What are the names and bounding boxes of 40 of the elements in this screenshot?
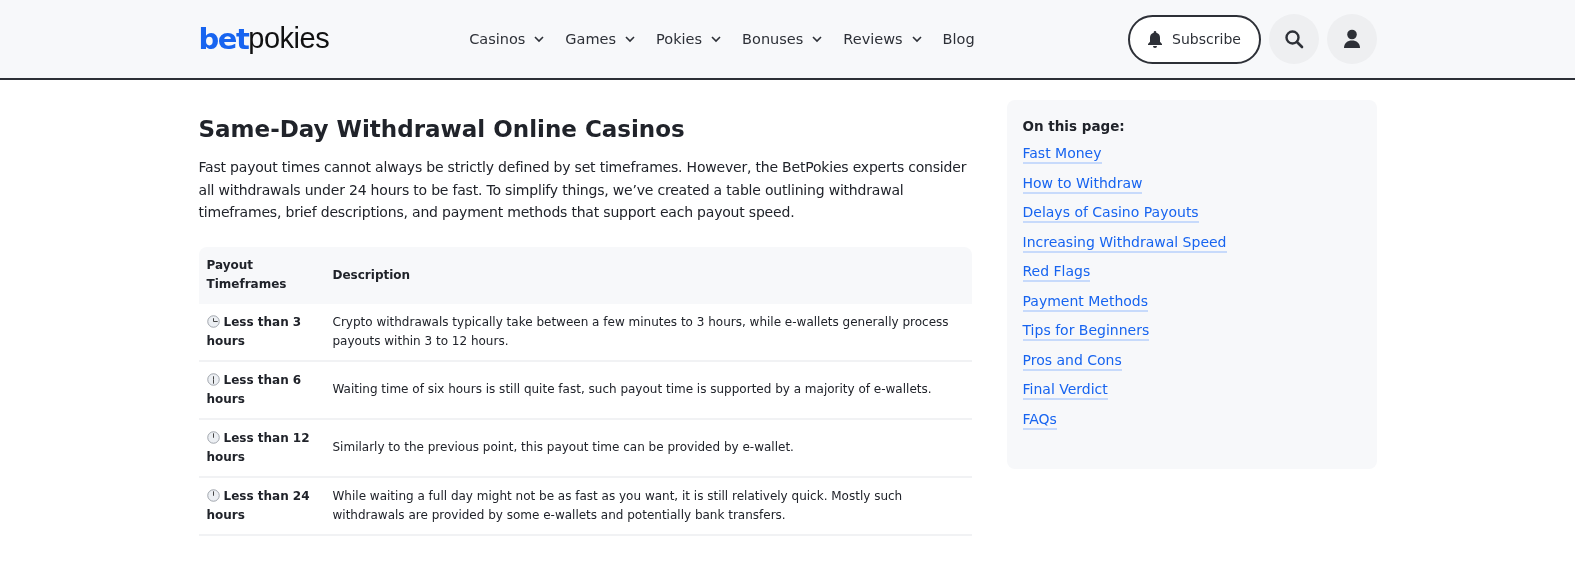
- clock-icon: [206, 430, 220, 444]
- clock-icon: [206, 314, 220, 328]
- nav-link[interactable]: Pokies: [656, 31, 723, 47]
- column-header: Payout Timeframes: [198, 246, 325, 304]
- user-icon: [1342, 29, 1361, 49]
- timeframe-text: Less than 3 hours: [206, 314, 302, 348]
- toc-link[interactable]: FAQs: [1022, 409, 1057, 430]
- toc-title: On this page:: [1022, 118, 1126, 134]
- subscribe-button[interactable]: Subscribe: [1127, 14, 1261, 64]
- account-button[interactable]: [1326, 14, 1377, 64]
- timeframe-text: Less than 12 hours: [206, 430, 310, 464]
- timeframe-text: Less than 6 hours: [206, 372, 302, 406]
- timeframe-text: Less than 24 hours: [206, 488, 310, 522]
- table-cell: Similarly to the previous point, this payout time can be provided by e-wallet.: [324, 418, 972, 477]
- nav-link[interactable]: Reviews: [843, 31, 923, 47]
- search-icon: [1283, 29, 1304, 49]
- toc-link[interactable]: Increasing Withdrawal Speed: [1022, 232, 1227, 253]
- column-header: Description: [324, 246, 972, 304]
- toc-link[interactable]: Fast Money: [1022, 144, 1102, 164]
- intro-paragraph: Fast payout times cannot always be strictly defined by set timeframes. However, the BetPokies experts consider all withdrawals under 24 hours to be fast. To simplify things, we’ve created a table outlining withdrawal timeframes, brief descriptions, and payment methods that support each payout speed.: [198, 158, 968, 222]
- toc-link[interactable]: Final Verdict: [1022, 380, 1108, 400]
- site-logo[interactable]: betpokies: [198, 22, 330, 56]
- table-cell: Crypto withdrawals typically take between a few minutes to 3 hours, while e-wallets generally process payouts within 3 to 12 hours.: [324, 303, 972, 361]
- nav-link[interactable]: Blog: [942, 31, 975, 47]
- clock-icon: [206, 372, 220, 386]
- toc-link[interactable]: Red Flags: [1022, 262, 1091, 282]
- toc-link[interactable]: Payment Methods: [1022, 291, 1149, 312]
- toc-link[interactable]: Tips for Beginners: [1022, 321, 1150, 341]
- nav-link[interactable]: Casinos: [469, 31, 546, 47]
- toc-link[interactable]: How to Withdraw: [1022, 173, 1143, 194]
- table-cell: Waiting time of six hours is still quite fast, such payout time is supported by a majority of e-wallets.: [324, 360, 972, 419]
- nav-link[interactable]: Bonuses: [742, 31, 824, 47]
- table-cell: While waiting a full day might not be as fast as you want, it is still relatively quick. Mostly such withdrawals are provided by some e-wallets and potentially bank transfers.: [324, 476, 972, 535]
- toc-link[interactable]: Pros and Cons: [1022, 350, 1122, 371]
- article-title: Same-Day Withdrawal Online Casinos: [198, 116, 686, 142]
- bell-icon: [1147, 30, 1164, 48]
- nav-link[interactable]: Games: [565, 31, 637, 47]
- toc-link[interactable]: Delays of Casino Payouts: [1022, 203, 1199, 223]
- search-button[interactable]: [1268, 14, 1319, 64]
- clock-icon: [206, 488, 220, 502]
